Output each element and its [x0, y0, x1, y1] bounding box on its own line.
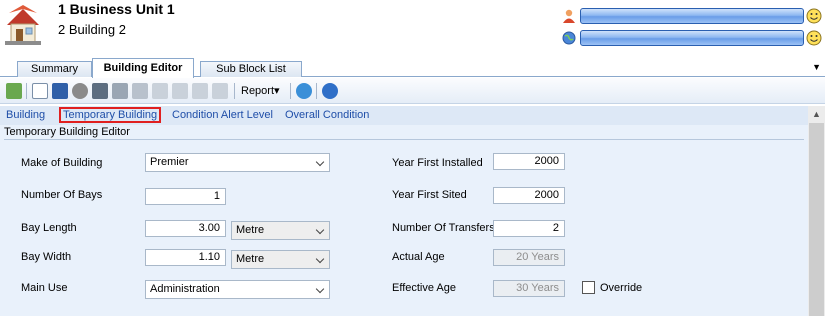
sort-icon[interactable] — [172, 83, 188, 99]
print-icon[interactable] — [112, 83, 128, 99]
subnav: Building Temporary Building Condition Al… — [0, 106, 808, 125]
override-label: Override — [600, 282, 643, 294]
year-first-sited-label: Year First Sited — [392, 189, 467, 201]
make-of-building-label: Make of Building — [21, 157, 103, 169]
globe-status-row — [562, 29, 824, 47]
tab-summary[interactable]: Summary — [17, 61, 92, 77]
export-icon[interactable] — [132, 83, 148, 99]
report-menu[interactable]: Report▾ — [241, 84, 280, 97]
tab-strip: Summary Building Editor Sub Block List ▼ — [0, 57, 825, 78]
make-of-building-select[interactable]: Premier — [145, 153, 330, 172]
smiley-icon — [806, 8, 822, 24]
tab-dropdown-icon[interactable]: ▼ — [812, 62, 821, 72]
refresh-icon[interactable] — [296, 83, 312, 99]
user-icon — [563, 9, 575, 23]
home-icon[interactable] — [6, 83, 22, 99]
globe-icon — [562, 31, 576, 45]
move-down-icon[interactable] — [212, 83, 228, 99]
move-up-icon[interactable] — [192, 83, 208, 99]
subnav-building[interactable]: Building — [6, 109, 45, 121]
main-use-select[interactable]: Administration — [145, 280, 330, 299]
panel-title: Temporary Building Editor — [4, 126, 130, 138]
help-icon[interactable] — [322, 83, 338, 99]
bay-length-unit-select[interactable]: Metre — [231, 221, 330, 240]
subnav-overall-condition[interactable]: Overall Condition — [285, 109, 369, 121]
globe-status-bar — [580, 30, 804, 46]
actual-age-value: 20 Years — [493, 249, 565, 266]
edit-icon[interactable] — [92, 83, 108, 99]
subnav-temporary-building[interactable]: Temporary Building — [59, 107, 162, 123]
header: 1 Business Unit 1 2 Building 2 — [0, 0, 825, 56]
number-of-bays-label: Number Of Bays — [21, 189, 103, 201]
number-of-transfers-input[interactable]: 2 — [493, 220, 565, 237]
toolbar: Report▾ — [0, 78, 825, 104]
vertical-scrollbar[interactable]: ▲ — [808, 106, 825, 316]
scroll-thumb[interactable] — [809, 123, 824, 316]
bay-width-label: Bay Width — [21, 251, 72, 263]
user-status-bar — [580, 8, 804, 24]
bay-length-input[interactable]: 3.00 — [145, 220, 226, 237]
temporary-building-panel: Temporary Building Editor Make of Buildi… — [0, 125, 808, 316]
tab-building-editor[interactable]: Building Editor — [92, 58, 194, 78]
chart-icon[interactable] — [152, 83, 168, 99]
building-subtitle: 2 Building 2 — [58, 22, 126, 37]
main-use-label: Main Use — [21, 282, 68, 294]
house-icon — [5, 5, 41, 45]
scroll-up-icon[interactable]: ▲ — [808, 106, 825, 123]
bay-width-unit-select[interactable]: Metre — [231, 250, 330, 269]
save-icon[interactable] — [52, 83, 68, 99]
number-of-bays-input[interactable]: 1 — [145, 188, 226, 205]
user-status-row — [562, 7, 824, 25]
year-first-installed-input[interactable]: 2000 — [493, 153, 565, 170]
subnav-condition-alert-level[interactable]: Condition Alert Level — [172, 109, 273, 121]
business-unit-title: 1 Business Unit 1 — [58, 1, 175, 17]
bay-length-label: Bay Length — [21, 222, 77, 234]
effective-age-label: Effective Age — [392, 282, 457, 294]
override-checkbox[interactable] — [582, 281, 595, 294]
new-document-icon[interactable] — [32, 83, 48, 99]
tab-sub-block-list[interactable]: Sub Block List — [200, 61, 302, 77]
bay-width-input[interactable]: 1.10 — [145, 249, 226, 266]
actual-age-label: Actual Age — [392, 251, 445, 263]
number-of-transfers-label: Number Of Transfers — [392, 222, 495, 234]
year-first-sited-input[interactable]: 2000 — [493, 187, 565, 204]
year-first-installed-label: Year First Installed — [392, 157, 483, 169]
effective-age-value: 30 Years — [493, 280, 565, 297]
cancel-icon[interactable] — [72, 83, 88, 99]
smiley-icon — [806, 30, 822, 46]
